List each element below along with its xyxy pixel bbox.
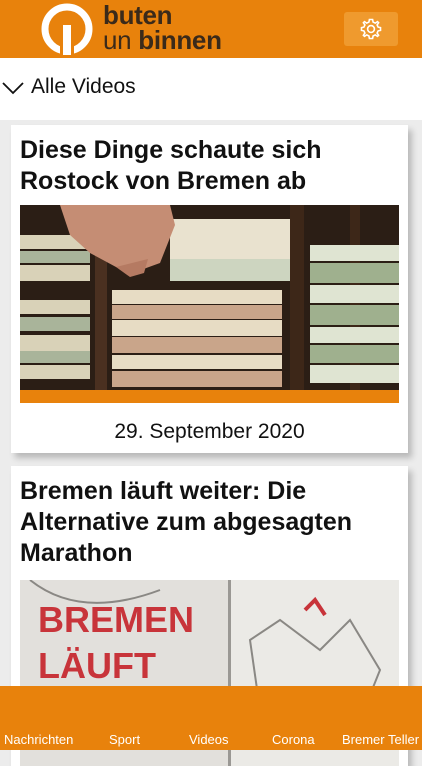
thumb-text-line2: LÄUFT xyxy=(38,645,156,686)
filter-label: Alle Videos xyxy=(31,75,136,98)
thumbnail-accent-bar xyxy=(20,390,399,403)
video-card[interactable]: Diese Dinge schaute sich Rostock von Bre… xyxy=(11,125,408,453)
app-header: buten un binnen xyxy=(0,0,422,58)
nav-item-bremer-teller[interactable]: Bremer Teller xyxy=(342,732,419,747)
logo-line2-prefix: un xyxy=(103,25,139,55)
chevron-down-icon xyxy=(2,82,24,95)
logo-line2: un binnen xyxy=(103,25,222,55)
video-filter-dropdown[interactable]: Alle Videos xyxy=(0,58,422,120)
video-date: 29. September 2020 xyxy=(114,420,305,443)
video-thumbnail[interactable] xyxy=(20,205,399,403)
nav-item-corona[interactable]: Corona xyxy=(272,732,315,747)
bottom-navigation: Nachrichten Sport Videos Corona Bremer T… xyxy=(0,686,422,750)
nav-item-videos[interactable]: Videos xyxy=(189,732,229,747)
buten-un-binnen-logo: buten un binnen xyxy=(41,2,241,55)
settings-button[interactable] xyxy=(344,12,398,46)
gear-icon xyxy=(360,18,382,40)
nav-item-nachrichten[interactable]: Nachrichten xyxy=(4,732,73,747)
video-title[interactable]: Diese Dinge schaute sich Rostock von Bre… xyxy=(20,135,395,197)
thumb-text-line1: BREMEN xyxy=(38,599,194,640)
banknotes-thumbnail-image xyxy=(20,205,399,403)
logo-mark-icon xyxy=(41,3,93,55)
nav-item-sport[interactable]: Sport xyxy=(109,732,140,747)
logo-wordmark: buten un binnen xyxy=(103,2,222,55)
video-title[interactable]: Bremen läuft weiter: Die Alternative zum… xyxy=(20,476,395,569)
logo-line2-bold: binnen xyxy=(138,25,222,55)
